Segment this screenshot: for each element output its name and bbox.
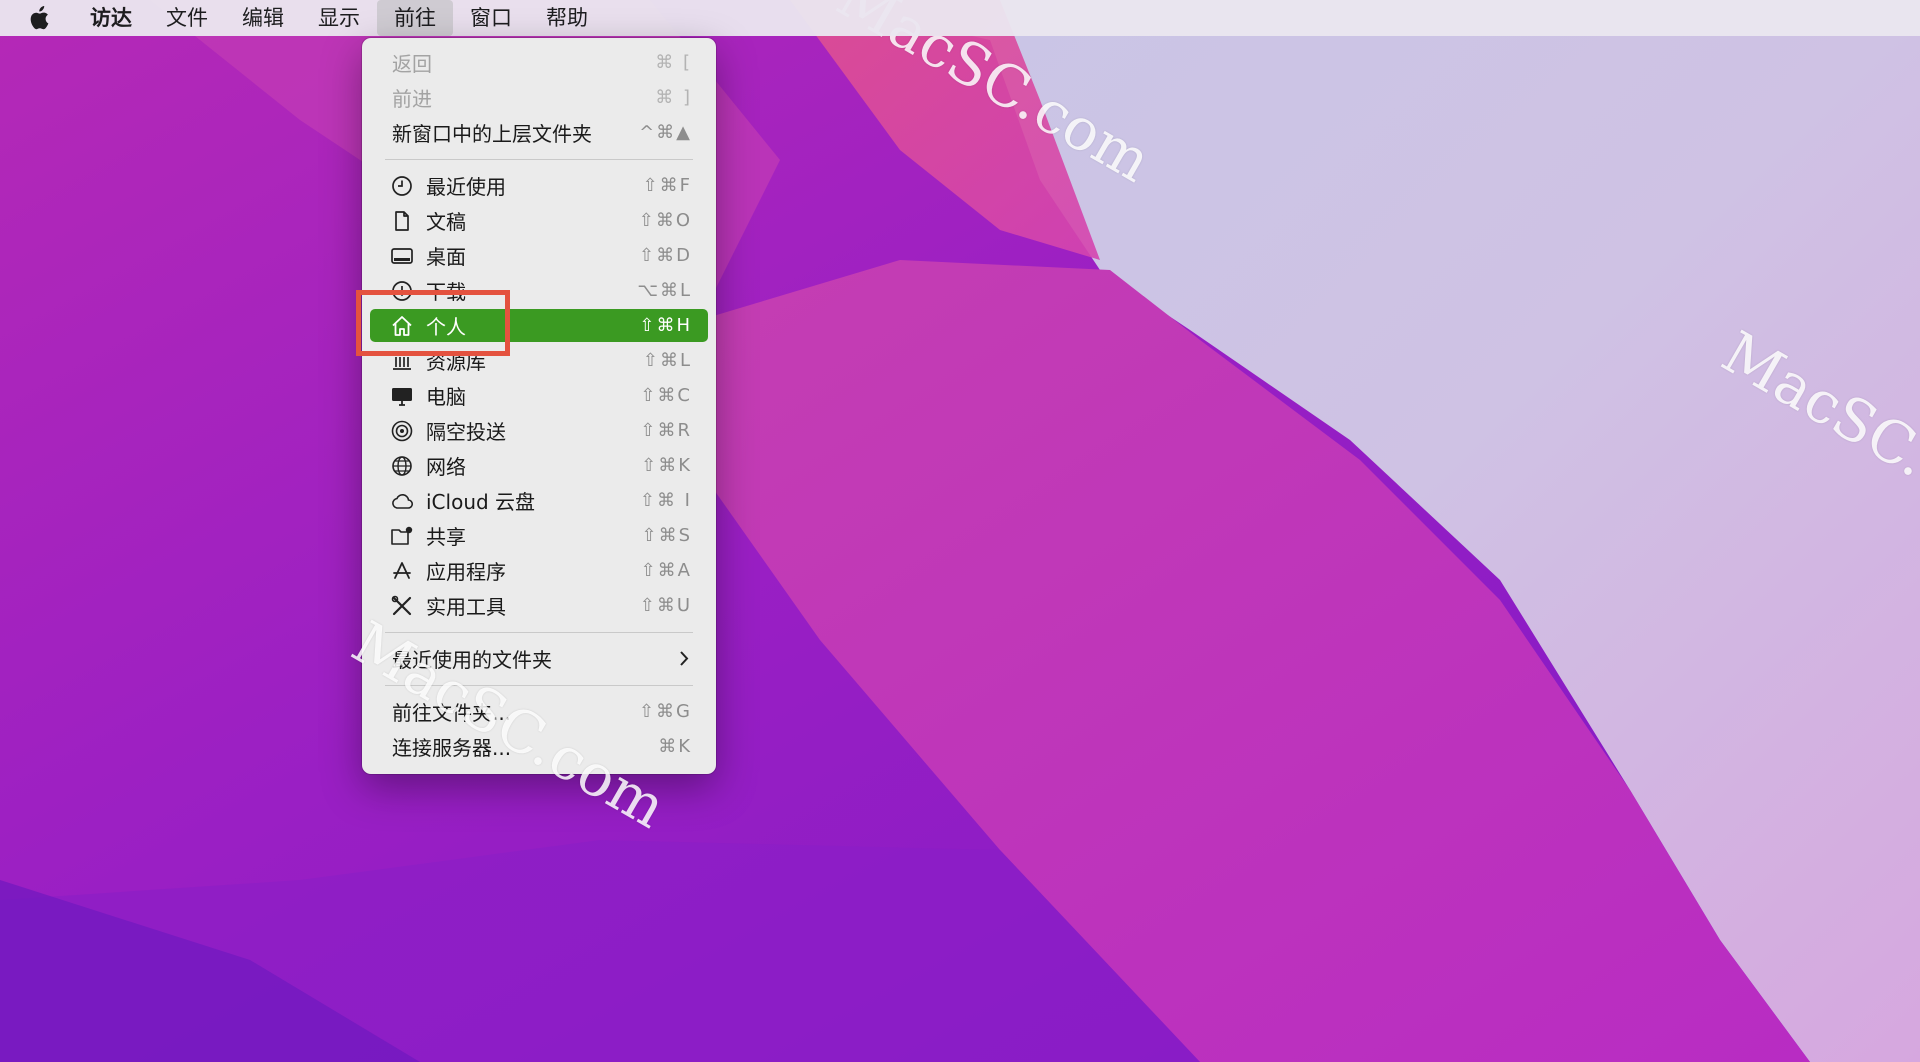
menu-item-desktop[interactable]: 桌面 ⇧⌘D (370, 239, 708, 272)
shortcut-label: ⇧⌘F (642, 175, 692, 196)
applications-icon (393, 562, 411, 579)
shortcut-label: ⇧⌘U (639, 595, 692, 616)
menu-item-icloud-drive[interactable]: iCloud 云盘 ⇧⌘ I (370, 484, 708, 517)
shortcut-label: ⇧⌘D (639, 245, 692, 266)
menu-item-forward: 前进 ⌘ ] (370, 81, 708, 114)
shortcut-label: ^⌘▲ (639, 122, 692, 143)
menu-separator (385, 159, 693, 160)
menu-item-label: 应用程序 (426, 560, 506, 584)
menu-item-documents[interactable]: 文稿 ⇧⌘O (370, 204, 708, 237)
shortcut-label: ⌘ [ (655, 52, 692, 73)
menu-item-label: 最近使用 (426, 175, 506, 199)
menu-item-label: 电脑 (426, 385, 466, 409)
menu-item-label: 前进 (392, 87, 432, 111)
menu-item-label: 隔空投送 (426, 420, 506, 444)
document-icon (395, 211, 409, 231)
menu-item-shared[interactable]: 共享 ⇧⌘S (370, 519, 708, 552)
menu-item-utilities[interactable]: 实用工具 ⇧⌘U (370, 589, 708, 622)
menu-item-network[interactable]: 网络 ⇧⌘K (370, 449, 708, 482)
menu-item-label: 文稿 (426, 210, 466, 234)
cloud-icon (392, 494, 414, 509)
shortcut-label: ⇧⌘C (640, 385, 692, 406)
airdrop-icon (391, 420, 413, 442)
menu-edit[interactable]: 编辑 (225, 0, 301, 36)
menu-item-back: 返回 ⌘ [ (370, 46, 708, 79)
menu-item-label: 共享 (426, 525, 466, 549)
network-icon (392, 456, 412, 476)
menu-item-recents[interactable]: 最近使用 ⇧⌘F (370, 169, 708, 202)
shortcut-label: ⇧⌘S (641, 525, 692, 546)
menu-item-label: 返回 (392, 52, 432, 76)
menu-item-applications[interactable]: 应用程序 ⇧⌘A (370, 554, 708, 587)
menu-help[interactable]: 帮助 (529, 0, 605, 36)
shortcut-label: ⇧⌘R (640, 420, 692, 441)
menu-app-finder[interactable]: 访达 (73, 0, 149, 36)
menu-item-label: 网络 (426, 455, 466, 479)
shortcut-label: ⌘K (658, 736, 692, 757)
menu-item-label: 桌面 (426, 245, 466, 269)
menu-item-label: 实用工具 (426, 595, 506, 619)
menu-view[interactable]: 显示 (301, 0, 377, 36)
desktop-wallpaper (0, 0, 1920, 1062)
shortcut-label: ⇧⌘ I (639, 490, 692, 511)
utilities-icon (391, 595, 412, 616)
desktop-icon (391, 248, 413, 264)
menu-go[interactable]: 前往 (377, 0, 453, 36)
menu-file[interactable]: 文件 (149, 0, 225, 36)
shortcut-label: ⇧⌘L (642, 350, 692, 371)
menu-bar: 访达 文件 编辑 显示 前往 窗口 帮助 (0, 0, 1920, 36)
apple-logo-icon[interactable] (0, 0, 73, 36)
computer-icon (392, 388, 412, 406)
menu-item-computer[interactable]: 电脑 ⇧⌘C (370, 379, 708, 412)
shortcut-label: ⇧⌘K (641, 455, 692, 476)
menu-item-label: 新窗口中的上层文件夹 (392, 122, 592, 146)
menu-item-label: iCloud 云盘 (426, 490, 536, 514)
clock-icon (392, 176, 412, 196)
shortcut-label: ⇧⌘A (640, 560, 692, 581)
chevron-right-icon (680, 651, 689, 666)
annotation-highlight-box (356, 290, 510, 356)
shortcut-label: ⇧⌘O (638, 210, 692, 231)
shortcut-label: ⇧⌘H (639, 315, 692, 336)
menu-item-enclosing-folder[interactable]: 新窗口中的上层文件夹 ^⌘▲ (370, 116, 708, 149)
shortcut-label: ⇧⌘G (638, 701, 692, 722)
shortcut-label: ⌥⌘L (637, 280, 692, 301)
menu-separator (385, 632, 693, 633)
menu-item-airdrop[interactable]: 隔空投送 ⇧⌘R (370, 414, 708, 447)
menu-window[interactable]: 窗口 (453, 0, 529, 36)
shared-folder-icon (391, 526, 413, 545)
shortcut-label: ⌘ ] (655, 87, 692, 108)
